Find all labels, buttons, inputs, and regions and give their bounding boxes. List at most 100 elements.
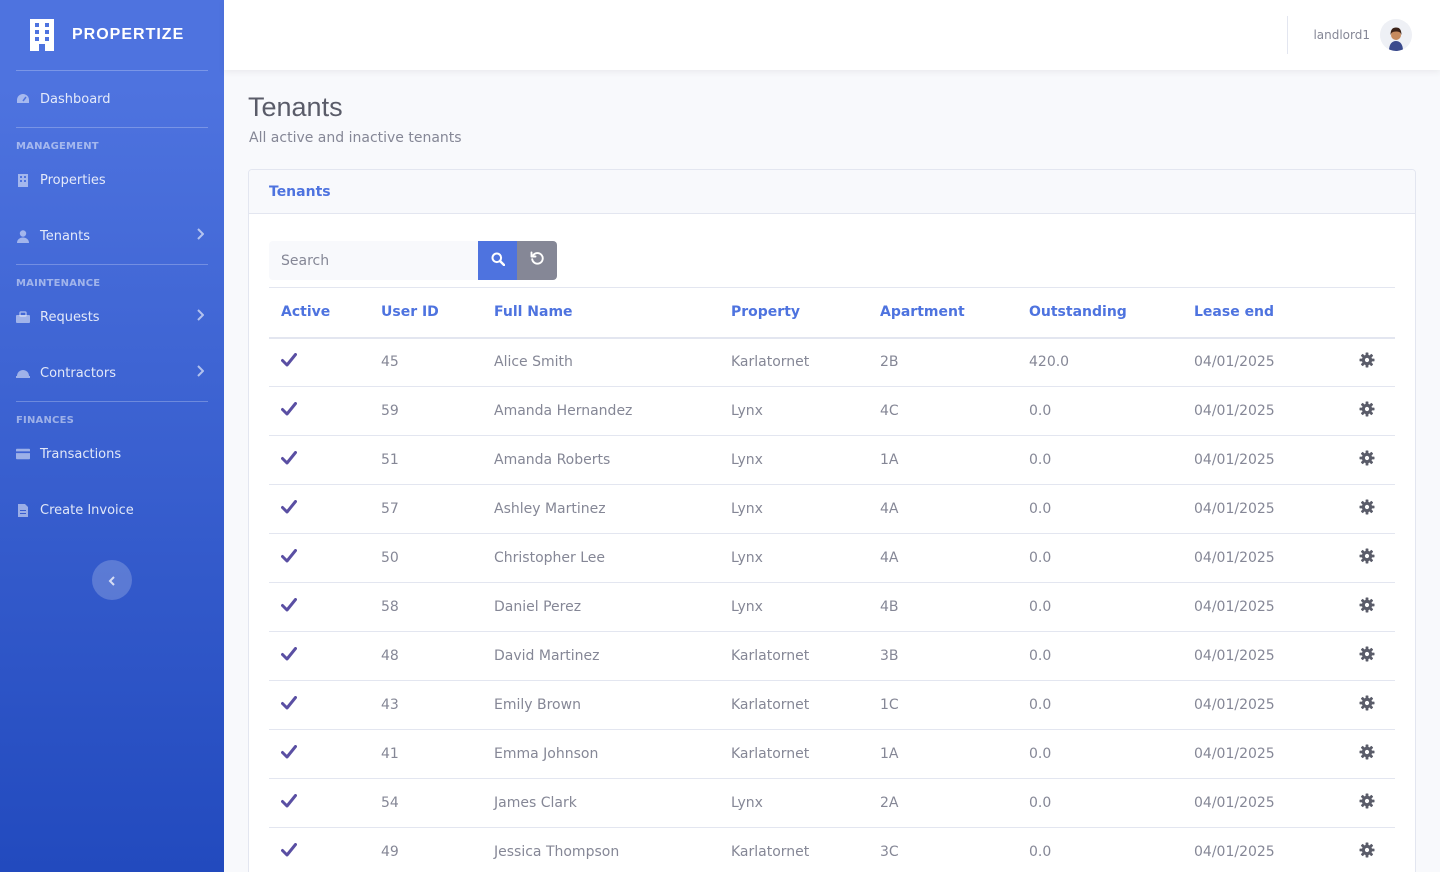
apartment-cell: 1C <box>868 680 1017 730</box>
outstanding-cell: 0.0 <box>1017 680 1182 730</box>
apartment-cell: 1A <box>868 435 1017 485</box>
table-row[interactable]: 41 Emma Johnson Karlatornet 1A 0.0 04/01/2025 <box>269 729 1395 779</box>
outstanding-cell: 0.0 <box>1017 582 1182 632</box>
check-icon <box>281 549 297 567</box>
property-cell: Lynx <box>719 435 868 485</box>
full-name-cell: Alice Smith <box>482 337 719 387</box>
page-title: Tenants <box>248 92 343 122</box>
gear-icon[interactable] <box>1359 597 1375 613</box>
lease-end-cell: 04/01/2025 <box>1182 337 1335 387</box>
check-icon <box>281 451 297 469</box>
outstanding-cell: 0.0 <box>1017 435 1182 485</box>
reset-button[interactable] <box>517 241 557 280</box>
actions-cell <box>1335 631 1395 681</box>
active-cell <box>269 484 369 534</box>
lease-end-cell: 04/01/2025 <box>1182 680 1335 730</box>
gear-icon[interactable] <box>1359 499 1375 515</box>
sidebar-item-label: Contractors <box>40 365 116 381</box>
active-cell <box>269 582 369 632</box>
search-input[interactable] <box>269 241 478 280</box>
apartment-cell: 3B <box>868 631 1017 681</box>
sidebar-item-label: Requests <box>40 309 100 325</box>
column-header-active[interactable]: Active <box>269 287 369 339</box>
actions-cell <box>1335 533 1395 583</box>
table-row[interactable]: 50 Christopher Lee Lynx 4A 0.0 04/01/2025 <box>269 533 1395 583</box>
table-row[interactable]: 45 Alice Smith Karlatornet 2B 420.0 04/01/202… <box>269 337 1395 387</box>
table-body: 45 Alice Smith Karlatornet 2B 420.0 04/01/202… <box>269 337 1395 872</box>
check-icon <box>281 598 297 616</box>
sidebar-toggle-button[interactable] <box>92 560 132 600</box>
gear-icon[interactable] <box>1359 352 1375 368</box>
file-invoice-icon <box>16 503 30 517</box>
credit-card-icon <box>16 447 30 461</box>
check-icon <box>281 402 297 420</box>
column-header-property[interactable]: Property <box>719 287 868 339</box>
actions-cell <box>1335 386 1395 436</box>
outstanding-cell: 0.0 <box>1017 533 1182 583</box>
actions-cell <box>1335 582 1395 632</box>
table-row[interactable]: 54 James Clark Lynx 2A 0.0 04/01/2025 <box>269 778 1395 828</box>
full-name-cell: Daniel Perez <box>482 582 719 632</box>
full-name-cell: Emma Johnson <box>482 729 719 779</box>
active-cell <box>269 827 369 872</box>
user-id-cell: 58 <box>369 582 482 632</box>
active-cell <box>269 337 369 387</box>
table-row[interactable]: 59 Amanda Hernandez Lynx 4C 0.0 04/01/2025 <box>269 386 1395 436</box>
sidebar-item-tenants[interactable]: Tenants <box>0 208 224 264</box>
card-header: Tenants <box>249 170 1415 214</box>
table-row[interactable]: 43 Emily Brown Karlatornet 1C 0.0 04/01/2025 <box>269 680 1395 730</box>
column-header-outstanding[interactable]: Outstanding <box>1017 287 1182 339</box>
search-button[interactable] <box>478 241 517 280</box>
sidebar-heading-maintenance: MAINTENANCE <box>16 278 101 289</box>
sidebar-item-requests[interactable]: Requests <box>0 289 224 345</box>
actions-cell <box>1335 337 1395 387</box>
apartment-cell: 3C <box>868 827 1017 872</box>
user-id-cell: 57 <box>369 484 482 534</box>
brand[interactable]: PROPERTIZE <box>0 0 224 70</box>
sidebar-item-label: Transactions <box>40 446 122 462</box>
column-header-actions <box>1335 287 1395 339</box>
check-icon <box>281 647 297 665</box>
active-cell <box>269 680 369 730</box>
full-name-cell: Jessica Thompson <box>482 827 719 872</box>
user-id-cell: 48 <box>369 631 482 681</box>
column-header-lease-end[interactable]: Lease end <box>1182 287 1335 339</box>
tachometer-icon <box>16 92 30 106</box>
table-row[interactable]: 49 Jessica Thompson Karlatornet 3C 0.0 04/01/… <box>269 827 1395 872</box>
sidebar-item-contractors[interactable]: Contractors <box>0 345 224 401</box>
sidebar-item-properties[interactable]: Properties <box>0 152 224 208</box>
chevron-right-icon <box>196 309 205 325</box>
user-menu[interactable]: landlord1 <box>1313 19 1412 51</box>
column-header-user-id[interactable]: User ID <box>369 287 482 339</box>
gear-icon[interactable] <box>1359 842 1375 858</box>
active-cell <box>269 386 369 436</box>
user-id-cell: 49 <box>369 827 482 872</box>
outstanding-cell: 0.0 <box>1017 827 1182 872</box>
gear-icon[interactable] <box>1359 450 1375 466</box>
sidebar-item-label: Create Invoice <box>40 502 134 518</box>
column-header-full-name[interactable]: Full Name <box>482 287 719 339</box>
column-header-apartment[interactable]: Apartment <box>868 287 1017 339</box>
lease-end-cell: 04/01/2025 <box>1182 631 1335 681</box>
outstanding-cell: 0.0 <box>1017 631 1182 681</box>
gear-icon[interactable] <box>1359 548 1375 564</box>
lease-end-cell: 04/01/2025 <box>1182 827 1335 872</box>
gear-icon[interactable] <box>1359 695 1375 711</box>
chevron-right-icon <box>196 365 205 381</box>
gear-icon[interactable] <box>1359 793 1375 809</box>
table-row[interactable]: 58 Daniel Perez Lynx 4B 0.0 04/01/2025 <box>269 582 1395 632</box>
sidebar-item-label: Tenants <box>40 228 91 244</box>
topbar: landlord1 <box>224 0 1440 70</box>
sidebar-item-transactions[interactable]: Transactions <box>0 426 224 482</box>
gear-icon[interactable] <box>1359 401 1375 417</box>
gear-icon[interactable] <box>1359 744 1375 760</box>
sidebar-item-create-invoice[interactable]: Create Invoice <box>0 482 224 538</box>
table-row[interactable]: 48 David Martinez Karlatornet 3B 0.0 04/01/20… <box>269 631 1395 681</box>
table-row[interactable]: 51 Amanda Roberts Lynx 1A 0.0 04/01/2025 <box>269 435 1395 485</box>
user-id-cell: 45 <box>369 337 482 387</box>
property-cell: Lynx <box>719 582 868 632</box>
gear-icon[interactable] <box>1359 646 1375 662</box>
table-row[interactable]: 57 Ashley Martinez Lynx 4A 0.0 04/01/2025 <box>269 484 1395 534</box>
sidebar-item-dashboard[interactable]: Dashboard <box>0 71 224 127</box>
full-name-cell: Emily Brown <box>482 680 719 730</box>
